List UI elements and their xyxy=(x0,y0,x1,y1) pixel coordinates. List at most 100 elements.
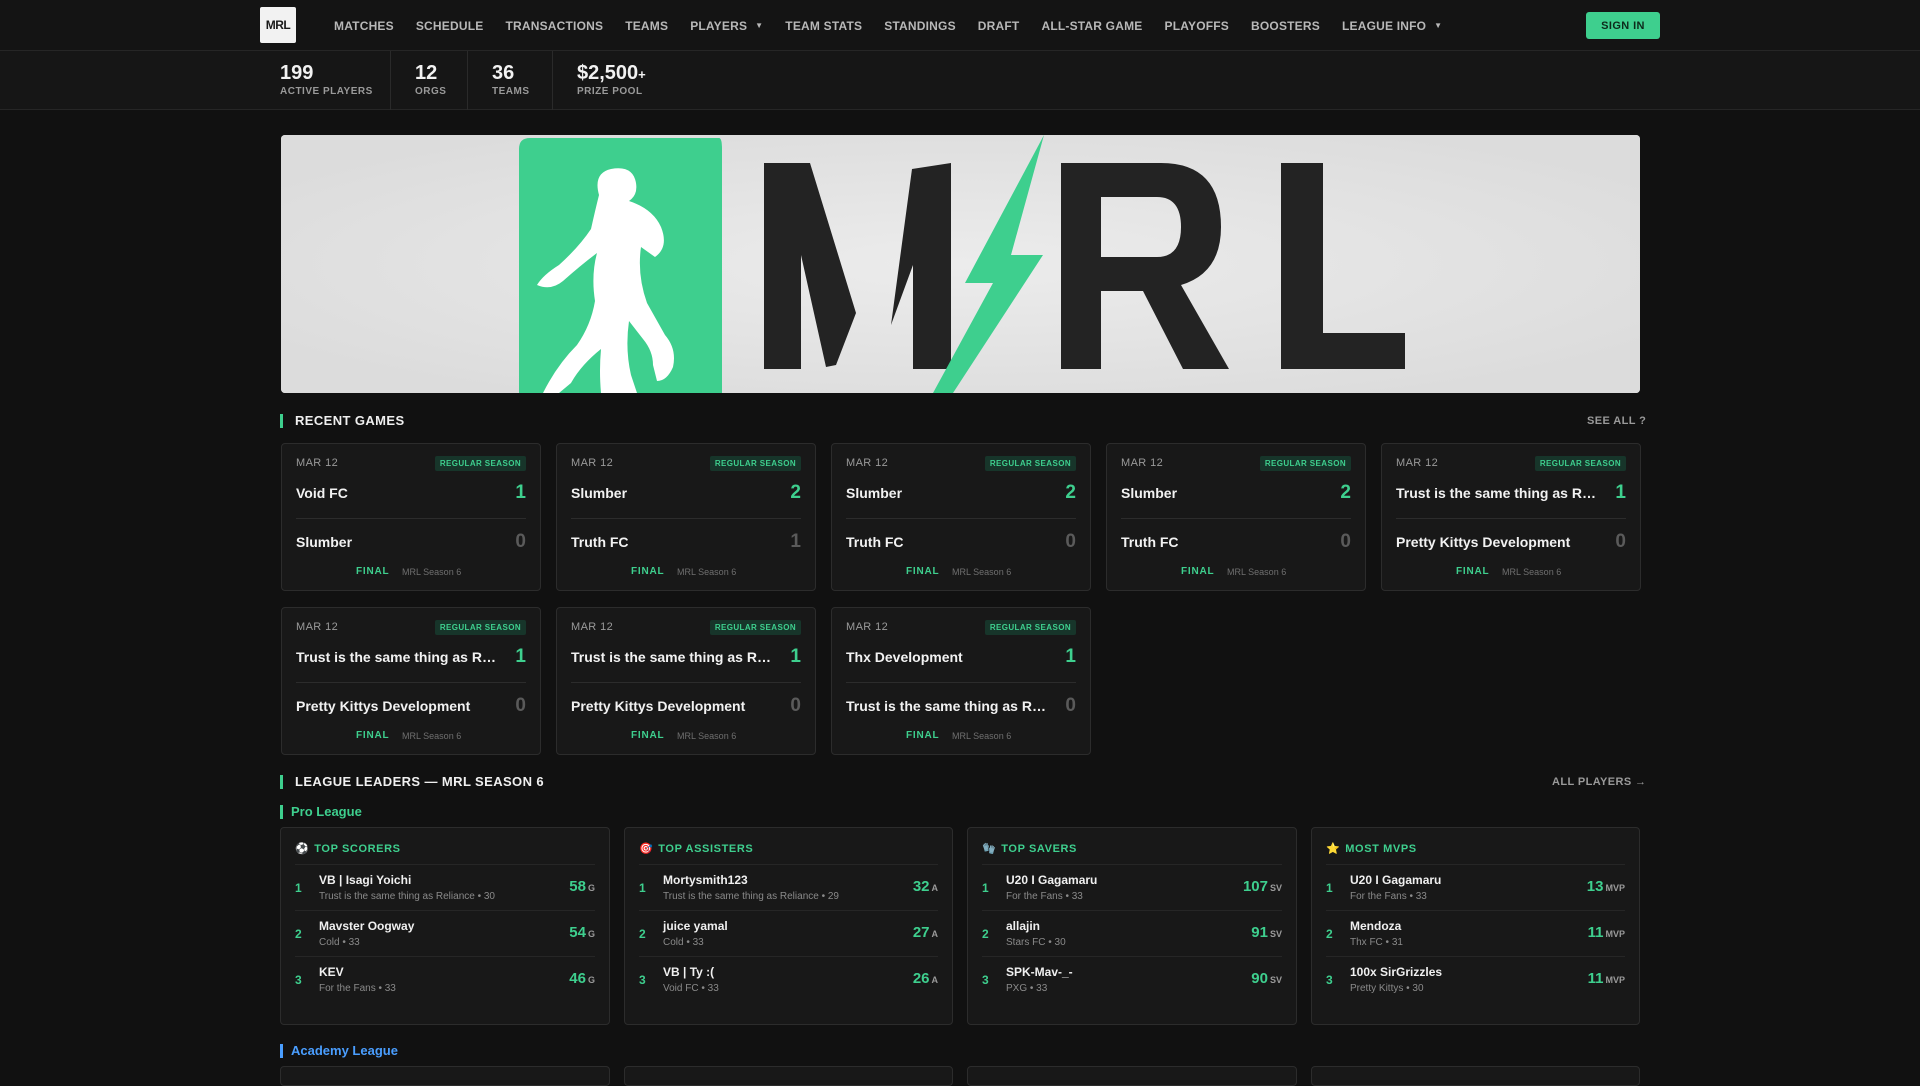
nav-link-label: MATCHES xyxy=(334,18,394,33)
nav-link-label: TRANSACTIONS xyxy=(505,18,604,33)
leader-card-title: 🧤 TOP SAVERS xyxy=(982,842,1077,856)
leader-row[interactable]: 2 Mavster Oogway Cold • 33 54 G xyxy=(295,911,595,957)
leader-row[interactable]: 3 KEV For the Fans • 33 46 G xyxy=(295,957,595,1003)
star-icon: ⭐ xyxy=(1326,843,1341,855)
game-card[interactable]: MAR 12 REGULAR SEASON Trust is the same th… xyxy=(281,607,541,755)
nav-link-all-star-game[interactable]: ALL-STAR GAME xyxy=(1041,19,1142,33)
chevron-down-icon: ▼ xyxy=(1434,21,1443,30)
game-status: FINAL xyxy=(1181,566,1215,577)
stat-unit: G xyxy=(587,883,595,893)
stat-orgs: 12 ORGS xyxy=(415,62,447,97)
player-name: Mortysmith123 xyxy=(663,873,748,887)
away-team-score: 0 xyxy=(1065,695,1076,716)
game-date: MAR 12 xyxy=(1396,457,1439,469)
nav-link-boosters[interactable]: BOOSTERS xyxy=(1251,19,1320,33)
game-card[interactable]: MAR 12 REGULAR SEASON Slumber 2 Truth FC 1 FIN… xyxy=(556,443,816,591)
season-badge: REGULAR SEASON xyxy=(709,620,801,635)
leader-row[interactable]: 2 allajin Stars FC • 30 91 SV xyxy=(982,911,1282,957)
leader-row[interactable]: 3 VB | Ty :(Void FC • 33 26 A xyxy=(639,957,938,1003)
leader-card-title: ⭐ MOST MVPS xyxy=(1326,842,1417,856)
game-date: MAR 12 xyxy=(571,457,614,469)
leader-rank: 1 xyxy=(639,881,646,895)
leader-rank: 3 xyxy=(982,973,989,987)
home-team-score: 2 xyxy=(1340,482,1351,503)
nav-link-playoffs[interactable]: PLAYOFFS xyxy=(1165,19,1230,33)
recent-games-title: RECENT GAMES xyxy=(280,414,405,428)
nav-link-draft[interactable]: DRAFT xyxy=(978,19,1020,33)
game-card[interactable]: MAR 12 REGULAR SEASON Void FC 1 Slumber 0 FINA… xyxy=(281,443,541,591)
game-status: FINAL xyxy=(906,730,940,741)
stat-active-players: 199 ACTIVE PLAYERS xyxy=(280,62,373,97)
nav-link-label: BOOSTERS xyxy=(1251,18,1320,33)
leader-rank: 3 xyxy=(295,973,302,987)
leader-row[interactable]: 1 Mortysmith123 Trust is the same thing as… xyxy=(639,865,938,911)
home-team-score: 1 xyxy=(515,646,526,667)
all-players-link[interactable]: ALL PLAYERS → xyxy=(1552,776,1646,788)
nav-link-league-info[interactable]: LEAGUE INFO ▼ xyxy=(1342,19,1442,33)
leader-rank: 1 xyxy=(295,881,302,895)
leader-row[interactable]: 1 U20 I Gagamaru For the Fans • 33 13 MVP xyxy=(1326,865,1625,911)
leader-rank: 1 xyxy=(1326,881,1333,895)
stat-unit: A xyxy=(931,929,939,939)
game-card[interactable]: MAR 12 REGULAR SEASON Slumber 2 Truth FC 0 FIN… xyxy=(831,443,1091,591)
player-name: U20 I Gagamaru xyxy=(1350,873,1442,887)
home-team-score: 1 xyxy=(790,646,801,667)
game-card[interactable]: MAR 12 REGULAR SEASON Thx Development 1 Trus… xyxy=(831,607,1091,755)
home-team-score: 2 xyxy=(1065,482,1076,503)
home-team-score: 1 xyxy=(1615,482,1626,503)
game-season: MRL Season 6 xyxy=(952,731,1012,741)
leader-row[interactable]: 2 Mendoza Thx FC • 31 11 MVP xyxy=(1326,911,1625,957)
leader-stat-value: 11 MVP xyxy=(1588,924,1625,941)
home-team-name: Trust is the same thing as Re... xyxy=(571,649,771,665)
nav-link-label: ALL-STAR GAME xyxy=(1041,18,1143,33)
nav-link-standings[interactable]: STANDINGS xyxy=(884,19,956,33)
player-team: Trust is the same thing as Reliance • 30 xyxy=(319,891,495,902)
player-team: Pretty Kittys • 30 xyxy=(1350,983,1424,994)
player-team: For the Fans • 33 xyxy=(319,983,396,994)
leader-stat-value: 58 G xyxy=(569,878,595,895)
leader-row[interactable]: 3 SPK-Mav-_- PXG • 33 90 SV xyxy=(982,957,1282,1003)
stat-unit: MVP xyxy=(1605,883,1625,893)
nav-link-team-stats[interactable]: TEAM STATS xyxy=(785,19,862,33)
nav-link-label: TEAMS xyxy=(625,18,669,33)
nav-link-matches[interactable]: MATCHES xyxy=(334,19,394,33)
leader-card-top-savers: 🧤 TOP SAVERS 1 U20 I Gagamaru For the Fans •… xyxy=(967,827,1297,1025)
game-card[interactable]: MAR 12 REGULAR SEASON Trust is the same th… xyxy=(1381,443,1641,591)
home-team-name: Thx Development xyxy=(846,649,963,665)
stat-prize-pool: $2,500+ PRIZE POOL xyxy=(577,62,646,97)
nav-link-teams[interactable]: TEAMS xyxy=(625,19,668,33)
home-team-name: Trust is the same thing as Re... xyxy=(1396,485,1596,501)
leader-row[interactable]: 2 juice yamal Cold • 33 27 A xyxy=(639,911,938,957)
see-all-link[interactable]: SEE ALL ? xyxy=(1587,415,1646,427)
game-card[interactable]: MAR 12 REGULAR SEASON Slumber 2 Truth FC 0 FIN… xyxy=(1106,443,1366,591)
game-card[interactable]: MAR 12 REGULAR SEASON Trust is the same th… xyxy=(556,607,816,755)
card-divider xyxy=(296,682,526,683)
goalkeeper-icon: 🧤 xyxy=(982,843,997,855)
nav-link-label: TEAM STATS xyxy=(785,18,863,33)
stat-number: 91 xyxy=(1251,924,1268,941)
leader-stat-value: 13 MVP xyxy=(1587,878,1625,895)
nav-link-label: PLAYOFFS xyxy=(1164,18,1230,33)
away-team-name: Truth FC xyxy=(571,534,629,550)
card-divider xyxy=(846,518,1076,519)
academy-leader-card xyxy=(624,1066,953,1086)
sign-in-button[interactable]: SIGN IN xyxy=(1586,12,1660,39)
card-divider xyxy=(846,682,1076,683)
leader-row[interactable]: 1 VB | Isagi Yoichi Trust is the same thin… xyxy=(295,865,595,911)
card-divider xyxy=(296,518,526,519)
academy-leader-card xyxy=(280,1066,610,1086)
leader-row[interactable]: 1 U20 I Gagamaru For the Fans • 33 107 SV xyxy=(982,865,1282,911)
mrl-logo[interactable]: MRL xyxy=(260,7,296,43)
nav-link-schedule[interactable]: SCHEDULE xyxy=(416,19,484,33)
leader-stat-value: 54 G xyxy=(569,924,595,941)
leader-row[interactable]: 3 100x SirGrizzles Pretty Kittys • 30 11 MVP xyxy=(1326,957,1625,1003)
mrl-banner-logo xyxy=(281,135,1640,393)
game-season: MRL Season 6 xyxy=(402,731,462,741)
season-badge: REGULAR SEASON xyxy=(1259,456,1351,471)
player-name: Mendoza xyxy=(1350,919,1402,933)
nav-link-players[interactable]: PLAYERS ▼ xyxy=(690,19,763,33)
home-team-name: Slumber xyxy=(846,485,903,501)
nav-link-transactions[interactable]: TRANSACTIONS xyxy=(505,19,603,33)
player-name: KEV xyxy=(319,965,344,979)
player-team: Thx FC • 31 xyxy=(1350,937,1403,948)
